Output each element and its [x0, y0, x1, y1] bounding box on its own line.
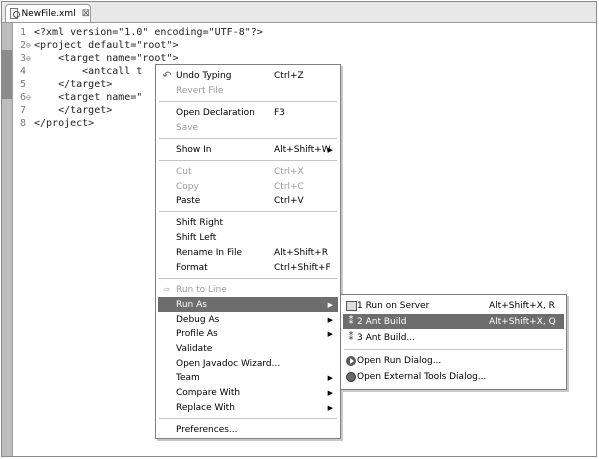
menu-item-ant-build[interactable]: ⁑ 2 Ant Build Alt+Shift+X, Q: [343, 314, 564, 329]
menu-separator: [159, 101, 337, 102]
menu-item-undo-typing[interactable]: ↶ Undo Typing Ctrl+Z: [158, 68, 338, 83]
line-number: 1: [19, 27, 26, 38]
code-text: <project default="root">: [34, 40, 179, 51]
menu-item-rename-in-file[interactable]: Rename In File Alt+Shift+R: [158, 245, 338, 260]
menu-item-paste[interactable]: Paste Ctrl+V: [158, 193, 338, 208]
menu-item-revert-file[interactable]: Revert File: [158, 83, 338, 98]
ant-icon: ⁑: [348, 332, 354, 343]
code-text: </project>: [34, 118, 95, 129]
line-number: 3: [19, 53, 26, 64]
menu-separator: [159, 211, 337, 212]
close-icon[interactable]: ⊠: [82, 8, 90, 19]
line-number: 7: [19, 105, 26, 116]
xml-file-icon: [10, 8, 21, 19]
submenu-arrow-icon: ▶: [327, 388, 333, 397]
menu-separator: [344, 349, 563, 350]
fold-icon[interactable]: ⊖: [26, 91, 34, 104]
run-icon: [346, 355, 356, 366]
gutter-range-marker: [2, 50, 12, 99]
menu-item-shift-left[interactable]: Shift Left: [158, 230, 338, 245]
menu-item-run-as[interactable]: Run As ▶: [158, 297, 338, 312]
fold-icon[interactable]: ⊖: [26, 52, 34, 65]
menu-separator: [159, 160, 337, 161]
server-icon: [345, 300, 357, 311]
menu-item-run-to-line[interactable]: ⇨ Run to Line: [158, 282, 338, 297]
submenu-arrow-icon: ▶: [327, 373, 333, 382]
menu-item-open-run-dialog[interactable]: Open Run Dialog...: [343, 353, 564, 368]
line-number: 2: [19, 40, 26, 51]
code-text: <?xml version="1.0" encoding="UTF-8"?>: [34, 27, 263, 38]
editor-gutter: [2, 23, 13, 456]
line-number: 8: [19, 118, 26, 129]
tab-title: NewFile.xml: [21, 8, 76, 19]
line-number: 6: [19, 92, 26, 103]
menu-item-shift-right[interactable]: Shift Right: [158, 215, 338, 230]
editor-tab-bar: NewFile.xml ⊠: [2, 2, 596, 23]
code-text: <target name="root">: [34, 53, 179, 64]
menu-item-copy[interactable]: Copy Ctrl+C: [158, 179, 338, 194]
menu-item-open-external-tools-dialog[interactable]: Open External Tools Dialog...: [343, 369, 564, 384]
line-number: 5: [19, 79, 26, 90]
ant-icon: ⁑: [348, 316, 354, 327]
menu-item-show-in[interactable]: Show In Alt+Shift+W ▶: [158, 142, 338, 157]
menu-item-format[interactable]: Format Ctrl+Shift+F: [158, 260, 338, 275]
menu-item-run-on-server[interactable]: 1 Run on Server Alt+Shift+X, R: [343, 298, 564, 313]
menu-separator: [159, 278, 337, 279]
menu-item-debug-as[interactable]: Debug As ▶: [158, 312, 338, 327]
submenu-arrow-icon: ▶: [327, 329, 333, 338]
code-line: 2⊖ <project default="root">: [14, 39, 596, 52]
editor-context-menu: ↶ Undo Typing Ctrl+Z Revert File Open De…: [155, 64, 341, 439]
line-number: 4: [19, 66, 26, 77]
menu-item-replace-with[interactable]: Replace With ▶: [158, 400, 338, 415]
code-text: <antcall t: [34, 66, 143, 77]
submenu-arrow-icon: ▶: [327, 315, 333, 324]
submenu-arrow-icon: ▶: [327, 300, 333, 309]
code-text: </target>: [34, 105, 113, 116]
submenu-arrow-icon: ▶: [327, 403, 333, 412]
menu-item-ant-build-dialog[interactable]: ⁑ 3 Ant Build...: [343, 330, 564, 345]
menu-separator: [159, 418, 337, 419]
code-line: 1 <?xml version="1.0" encoding="UTF-8"?>: [14, 26, 596, 39]
submenu-arrow-icon: ▶: [327, 145, 333, 154]
undo-icon: ↶: [162, 69, 172, 82]
menu-item-team[interactable]: Team ▶: [158, 370, 338, 385]
run-as-submenu: 1 Run on Server Alt+Shift+X, R ⁑ 2 Ant B…: [340, 294, 567, 390]
menu-item-validate[interactable]: Validate: [158, 341, 338, 356]
code-text: </target>: [34, 79, 113, 90]
menu-item-profile-as[interactable]: Profile As ▶: [158, 326, 338, 341]
menu-item-preferences[interactable]: Preferences...: [158, 422, 338, 437]
menu-item-open-declaration[interactable]: Open Declaration F3: [158, 105, 338, 120]
code-text: <target name=": [34, 92, 143, 103]
menu-item-cut[interactable]: Cut Ctrl+X: [158, 164, 338, 179]
menu-item-open-javadoc-wizard[interactable]: Open Javadoc Wizard...: [158, 356, 338, 371]
menu-item-compare-with[interactable]: Compare With ▶: [158, 385, 338, 400]
tab-newfile-xml[interactable]: NewFile.xml ⊠: [5, 4, 91, 22]
external-tools-icon: [346, 371, 356, 382]
menu-item-save[interactable]: Save: [158, 120, 338, 135]
fold-icon[interactable]: ⊖: [26, 39, 34, 52]
run-to-line-icon: ⇨: [163, 285, 171, 294]
menu-separator: [159, 138, 337, 139]
